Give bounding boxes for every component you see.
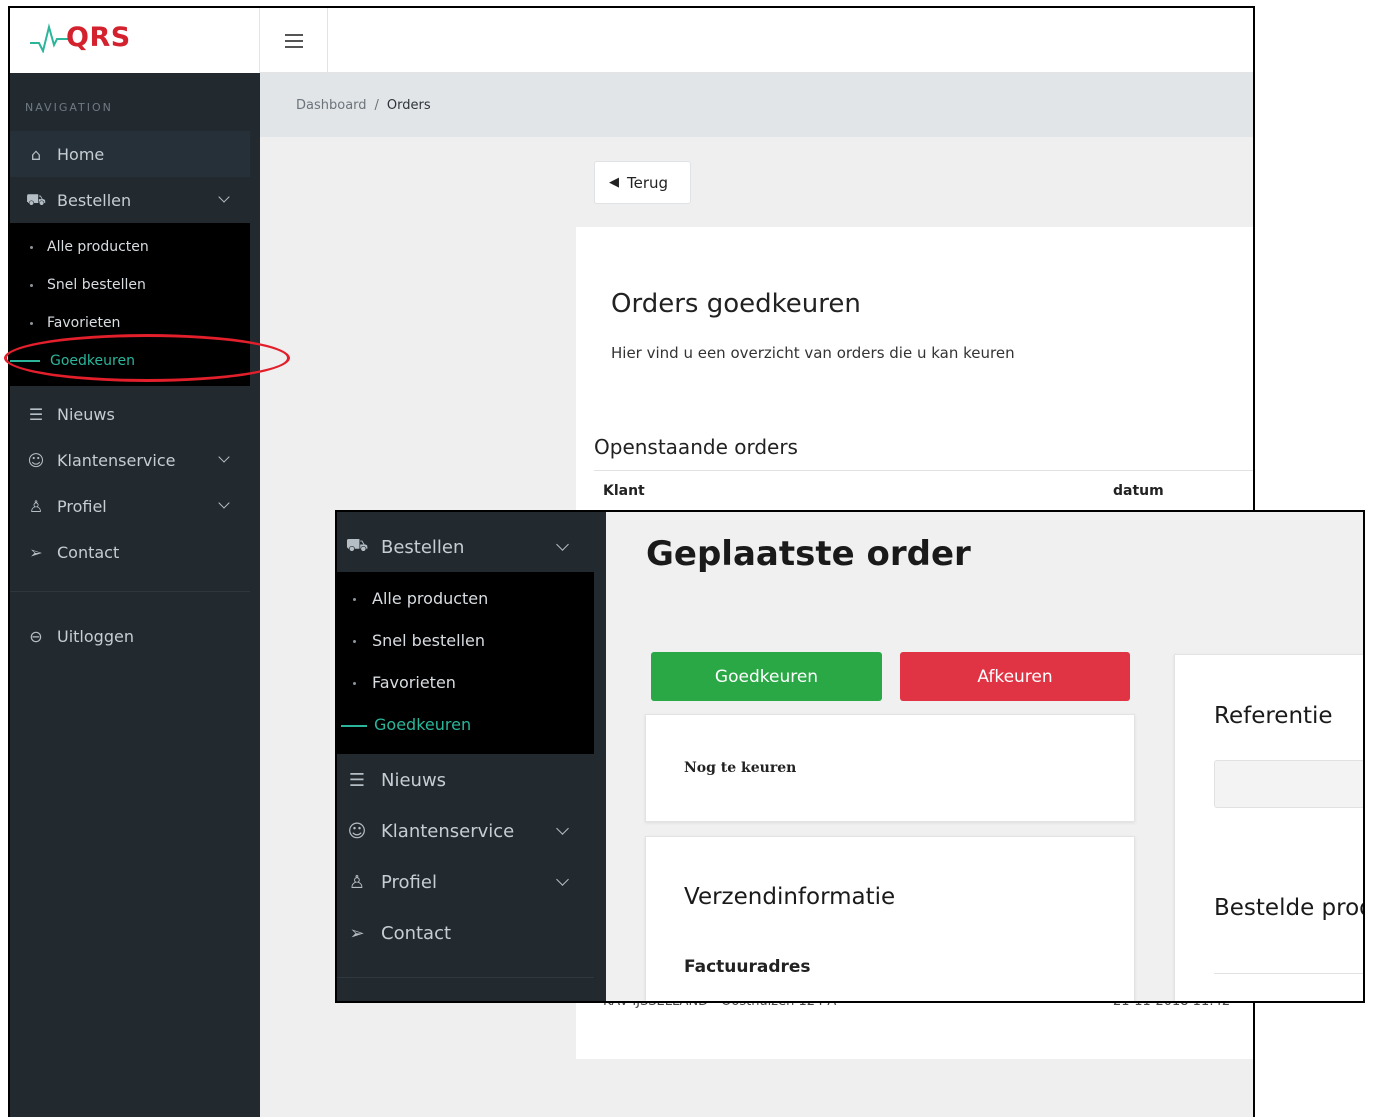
home-icon: ⌂: [30, 144, 42, 164]
zoomed-detail-screenshot: ⛟ Bestellen Alle producten Snel bestelle…: [335, 510, 1365, 1003]
sidebar-item-label: Home: [57, 144, 105, 164]
section-title: Openstaande orders: [594, 435, 798, 459]
column-header-datum: datum: [1113, 483, 1164, 499]
divider: [1214, 973, 1363, 974]
topbar: [260, 8, 1253, 73]
send-icon: ➢: [349, 922, 365, 944]
sidebar-item-bestellen[interactable]: ⛟ Bestellen: [337, 522, 594, 572]
billing-label: Factuuradres: [684, 957, 811, 977]
shipping-title: Verzendinformatie: [684, 884, 896, 910]
status-label: Nog te keuren: [684, 760, 797, 776]
reject-button[interactable]: Afkeuren: [900, 652, 1130, 701]
page-title: Orders goedkeuren: [611, 289, 861, 319]
news-icon: ☰: [348, 769, 366, 791]
sidebar-divider: [337, 977, 594, 978]
logo-text: QRS: [66, 22, 131, 53]
people-icon: ☺: [347, 820, 367, 842]
submenu-item-favorieten[interactable]: Favorieten: [30, 315, 120, 331]
send-icon: ➢: [29, 542, 43, 562]
breadcrumb-current: Orders: [386, 97, 431, 113]
chevron-down-icon: [218, 451, 230, 463]
cart-icon: ⛟: [345, 535, 369, 556]
chevron-down-icon: [218, 191, 230, 203]
chevron-down-icon: [556, 822, 569, 835]
column-header-klant: Klant: [603, 483, 645, 499]
submenu-item-alle-producten[interactable]: Alle producten: [30, 239, 149, 255]
sidebar-item-label: Nieuws: [381, 769, 447, 791]
sidebar-item-nieuws[interactable]: ☰ Nieuws: [10, 391, 250, 437]
sidebar-item-label: Contact: [57, 542, 120, 562]
sidebar-item-home[interactable]: ⌂ Home: [10, 131, 250, 177]
sidebar-item-label: Contact: [381, 922, 452, 944]
breadcrumb: Dashboard / Orders: [260, 73, 1253, 137]
status-panel: Nog te keuren: [645, 714, 1135, 822]
submenu-item-snel-bestellen[interactable]: Snel bestellen: [30, 277, 146, 293]
logout-icon: ⊖: [29, 626, 43, 646]
user-icon: ♙: [28, 496, 44, 516]
sidebar-item-label: Klantenservice: [381, 820, 515, 842]
sidebar-item-contact[interactable]: ➢ Contact: [10, 529, 250, 575]
shipping-panel: Verzendinformatie Factuuradres: [645, 836, 1135, 1001]
sidebar-item-bestellen[interactable]: ⛟ Bestellen: [10, 177, 250, 223]
sidebar-item-label: Klantenservice: [57, 450, 176, 470]
sidebar: ⛟ Bestellen Alle producten Snel bestelle…: [337, 512, 606, 1001]
news-icon: ☰: [28, 404, 44, 424]
sidebar-divider: [10, 591, 250, 592]
sidebar-item-klantenservice[interactable]: ☺ Klantenservice: [10, 437, 250, 483]
sidebar-item-profiel[interactable]: ♙ Profiel: [337, 857, 594, 907]
qrs-logo[interactable]: QRS: [30, 22, 131, 53]
sidebar-item-label: Profiel: [381, 871, 437, 893]
user-icon: ♙: [348, 871, 366, 893]
bestellen-submenu: Alle producten Snel bestellen Favorieten…: [337, 572, 594, 754]
sidebar-item-logout[interactable]: ⊖ Uitloggen: [10, 613, 250, 659]
sidebar-item-label: Bestellen: [381, 536, 465, 558]
sidebar-item-label: Uitloggen: [57, 626, 134, 646]
chevron-down-icon: [556, 538, 569, 551]
arrow-left-icon: ◀: [609, 175, 619, 190]
reference-panel: Referentie Bestelde producten: [1174, 654, 1363, 1001]
sidebar-item-label: Nieuws: [57, 404, 115, 424]
approve-button[interactable]: Goedkeuren: [651, 652, 882, 701]
reference-input[interactable]: [1214, 760, 1363, 808]
ordered-products-title: Bestelde producten: [1214, 895, 1363, 921]
cart-icon: ⛟: [25, 189, 47, 209]
back-button[interactable]: ◀ Terug: [594, 161, 691, 204]
page-description: Hier vind u een overzicht van orders die…: [611, 344, 1015, 362]
reference-title: Referentie: [1214, 703, 1333, 729]
heartbeat-icon: [30, 22, 68, 53]
sidebar: NAVIGATION ⌂ Home ⛟ Bestellen Alle produ…: [10, 73, 260, 1117]
sidebar-item-klantenservice[interactable]: ☺ Klantenservice: [337, 806, 594, 856]
people-icon: ☺: [27, 450, 45, 470]
logo-area: QRS: [10, 8, 260, 73]
annotation-ellipse: [4, 334, 290, 382]
breadcrumb-dashboard[interactable]: Dashboard: [296, 98, 367, 113]
sidebar-item-nieuws[interactable]: ☰ Nieuws: [337, 755, 594, 805]
divider: [594, 470, 1253, 471]
chevron-down-icon: [218, 497, 230, 509]
breadcrumb-separator: /: [374, 97, 379, 113]
menu-toggle-button[interactable]: [260, 8, 328, 73]
submenu-item-alle-producten[interactable]: Alle producten: [353, 589, 488, 608]
nav-caption: NAVIGATION: [25, 101, 113, 114]
sidebar-item-profiel[interactable]: ♙ Profiel: [10, 483, 250, 529]
sidebar-item-label: Profiel: [57, 496, 107, 516]
submenu-item-snel-bestellen[interactable]: Snel bestellen: [353, 631, 485, 650]
sidebar-item-contact[interactable]: ➢ Contact: [337, 908, 594, 958]
submenu-item-goedkeuren[interactable]: Goedkeuren: [341, 715, 471, 734]
submenu-item-favorieten[interactable]: Favorieten: [353, 673, 456, 692]
chevron-down-icon: [556, 873, 569, 886]
hamburger-icon: [284, 39, 303, 42]
sidebar-item-label: Bestellen: [57, 190, 132, 210]
order-title: Geplaatste order: [646, 534, 971, 574]
